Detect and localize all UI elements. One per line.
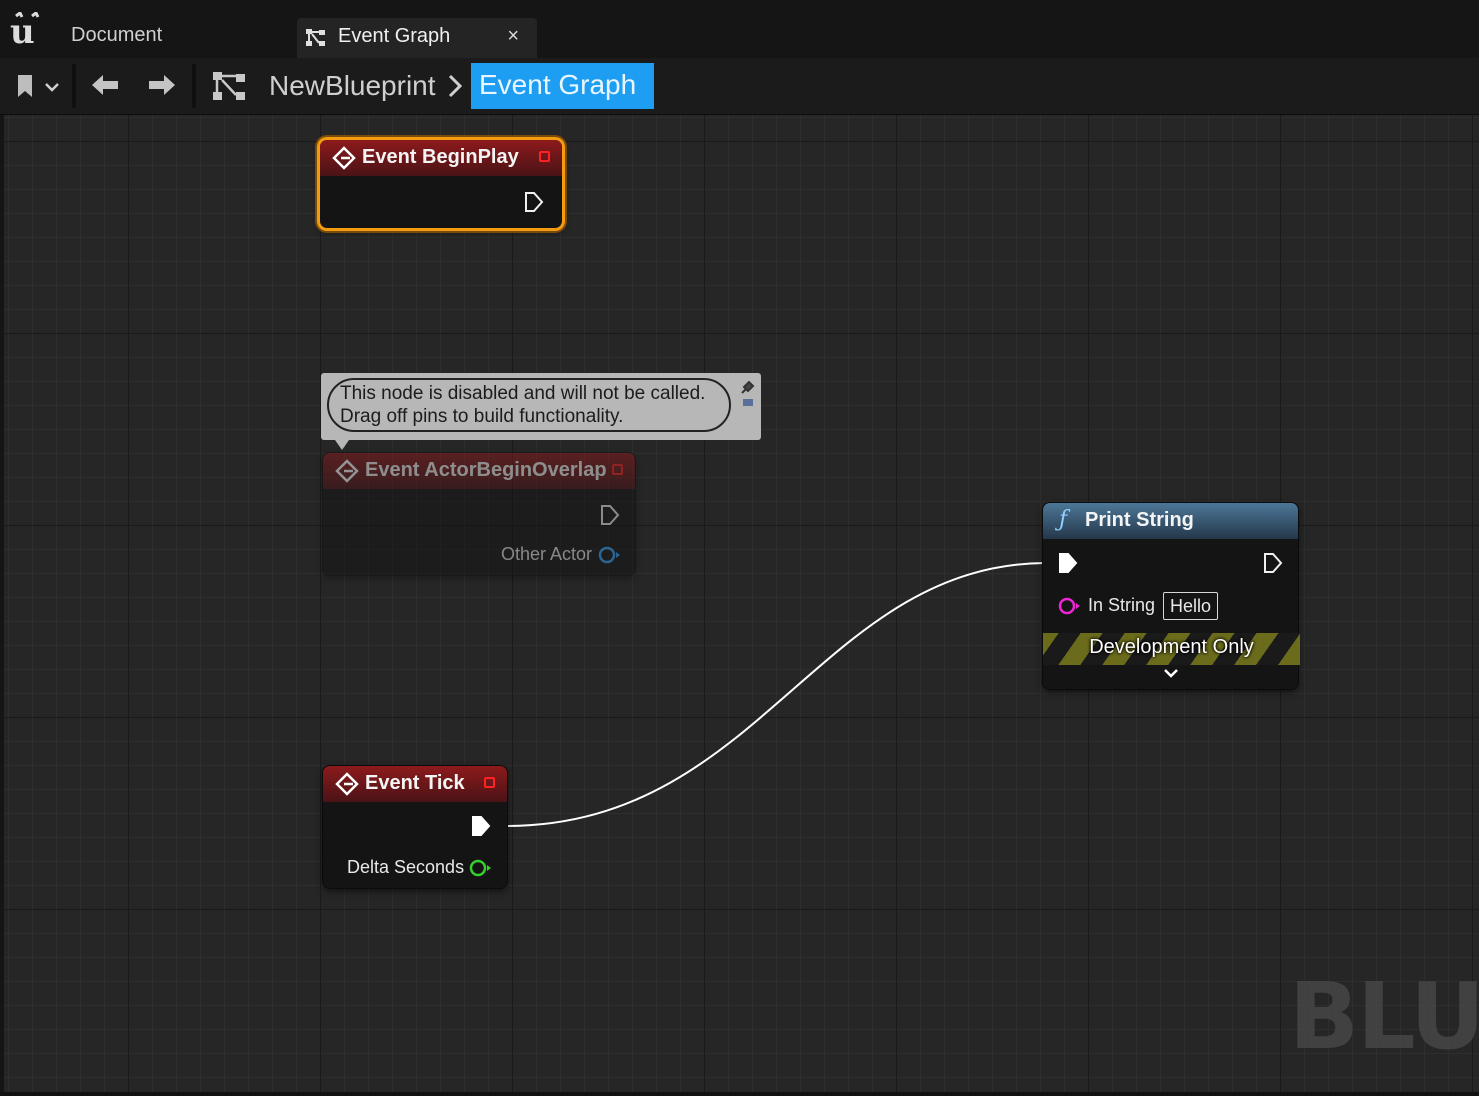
node-event-beginplay[interactable]: Event BeginPlay — [320, 140, 562, 228]
comment-line-1: This node is disabled and will not be ca… — [340, 383, 706, 404]
node-print-string[interactable]: ƒ Print String In String Hello Developme… — [1043, 503, 1300, 689]
development-only-banner: Development Only — [1043, 633, 1300, 665]
node-title: Event Tick — [365, 772, 465, 794]
delegate-pin-icon[interactable] — [484, 777, 495, 788]
development-only-label: Development Only — [1089, 636, 1254, 658]
node-header: Event ActorBeginOverlap — [323, 453, 635, 489]
object-pin-icon[interactable] — [597, 544, 621, 566]
blueprint-watermark: BLU — [1288, 963, 1479, 1070]
exec-pin-icon[interactable] — [523, 190, 545, 214]
exec-pin-icon[interactable] — [599, 503, 621, 527]
node-header: Event BeginPlay — [320, 140, 562, 176]
comment-line-2: Drag off pins to build functionality. — [340, 406, 624, 427]
pin-label-other-actor: Other Actor — [501, 544, 593, 564]
exec-in-pin-icon[interactable] — [1057, 551, 1079, 575]
canvas-bottom-border — [0, 1092, 1479, 1096]
node-title: Event BeginPlay — [362, 146, 519, 168]
disabled-node-comment: This node is disabled and will not be ca… — [321, 373, 761, 450]
event-icon — [335, 459, 359, 483]
float-pin-icon[interactable] — [468, 857, 492, 879]
event-icon — [332, 146, 356, 170]
string-pin-icon[interactable] — [1057, 595, 1081, 617]
exec-pin-icon[interactable] — [470, 814, 492, 838]
node-event-tick[interactable]: Event Tick Delta Seconds — [323, 766, 507, 888]
pin-label-delta-seconds: Delta Seconds — [347, 857, 465, 877]
node-header: Event Tick — [323, 766, 507, 802]
chevron-down-icon[interactable] — [1162, 667, 1180, 681]
pin-icon[interactable] — [741, 378, 755, 408]
node-header: ƒ Print String — [1043, 503, 1298, 539]
event-icon — [335, 772, 359, 796]
delegate-pin-icon[interactable] — [612, 464, 623, 475]
pin-label-in-string: In String — [1088, 595, 1156, 615]
node-title: Print String — [1085, 509, 1194, 531]
comment-tail — [335, 440, 349, 450]
in-string-input[interactable]: Hello — [1163, 592, 1219, 620]
function-icon: ƒ — [1059, 507, 1068, 532]
node-title: Event ActorBeginOverlap — [365, 459, 607, 481]
delegate-pin-icon[interactable] — [539, 151, 550, 162]
exec-out-pin-icon[interactable] — [1262, 551, 1284, 575]
node-event-actorbeginoverlap[interactable]: Event ActorBeginOverlap Other Actor — [323, 453, 635, 575]
